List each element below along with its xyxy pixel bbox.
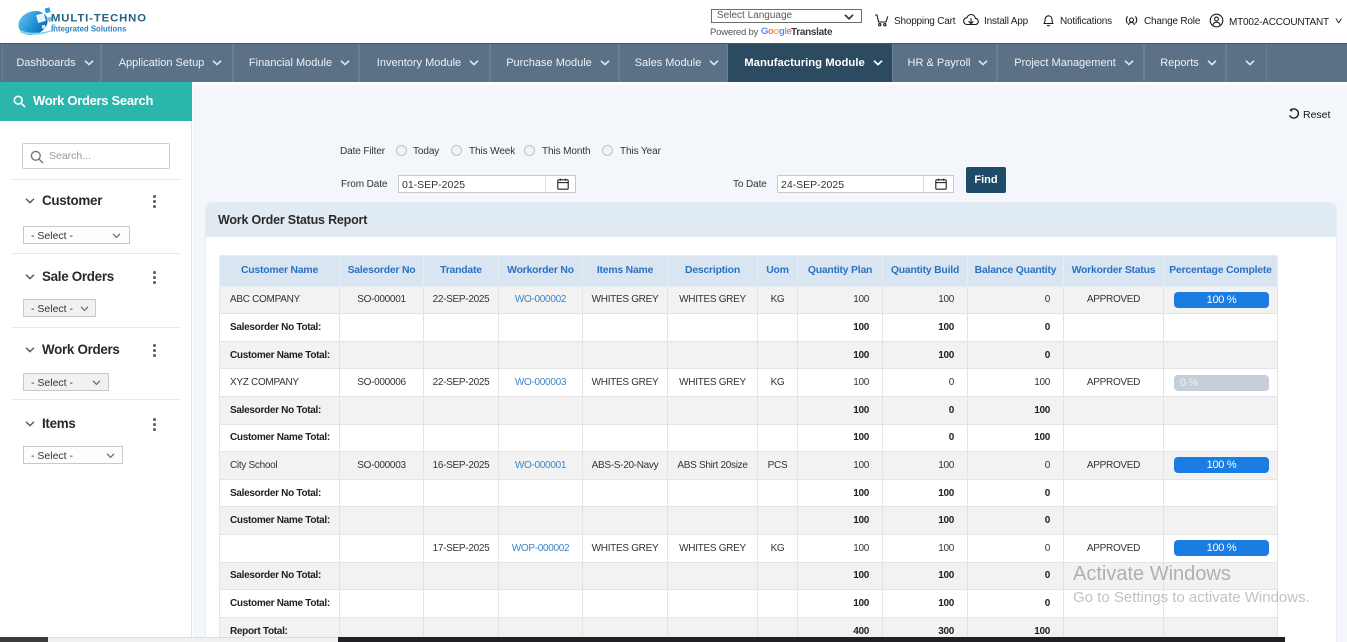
svg-text:MULTI-TECHNO: MULTI-TECHNO: [51, 13, 147, 25]
svg-text:Integrated Solutions: Integrated Solutions: [51, 25, 127, 34]
